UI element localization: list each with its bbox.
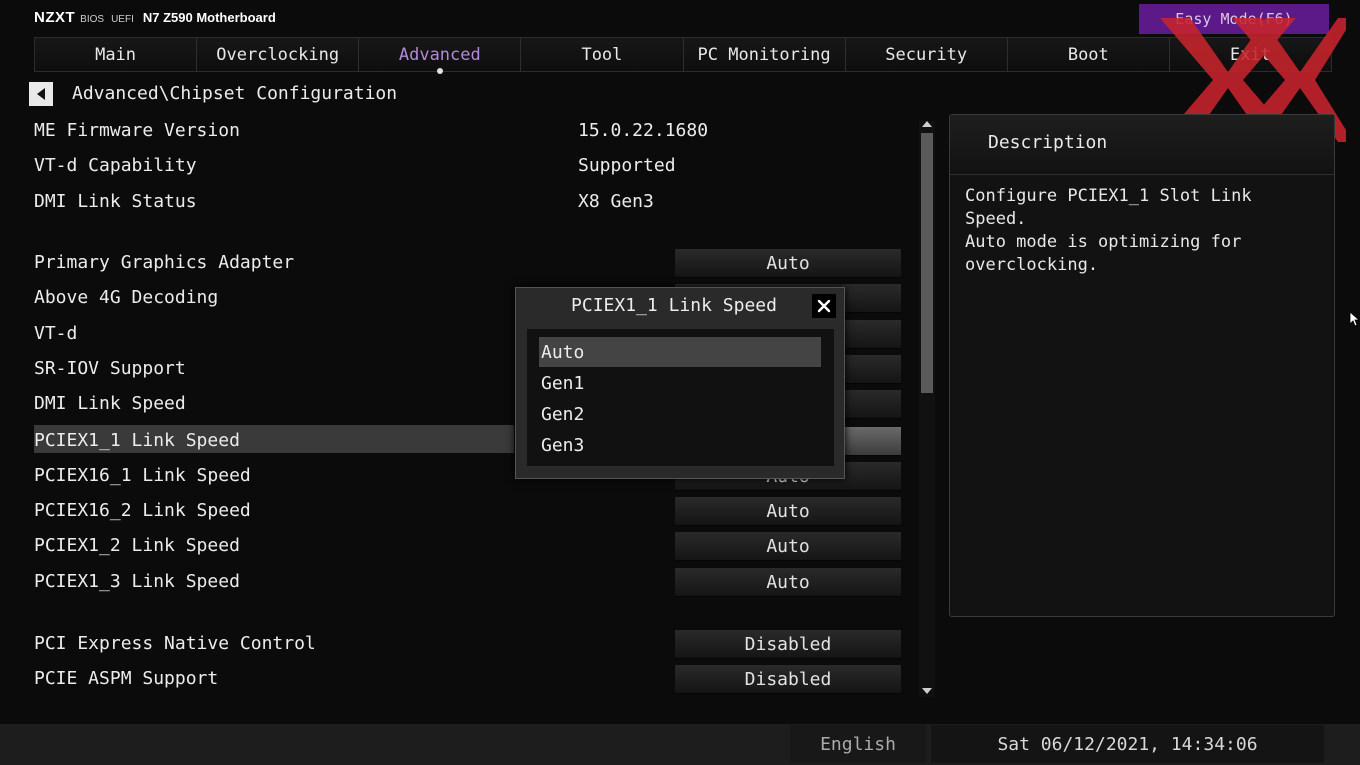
setting-label: PCIEX16_2 Link Speed — [34, 500, 251, 521]
info-value: 15.0.22.1680 — [578, 120, 709, 141]
uefi-label: UEFI — [111, 14, 134, 25]
info-label: VT-d Capability — [34, 155, 197, 176]
info-row-vtd-capability: VT-d Capability Supported — [34, 152, 904, 180]
close-icon — [817, 299, 831, 313]
description-title: Description — [988, 132, 1108, 153]
description-header: Description — [950, 115, 1334, 175]
info-value: X8 Gen3 — [578, 191, 654, 212]
option-auto[interactable]: Auto — [539, 337, 821, 367]
setting-pciex1-2-link-speed[interactable]: PCIEX1_2 Link Speed Auto — [34, 532, 904, 561]
setting-value-button[interactable]: Auto — [675, 497, 901, 526]
option-gen1[interactable]: Gen1 — [539, 368, 821, 398]
bios-label: BIOS — [80, 14, 105, 25]
scroll-down-icon[interactable] — [922, 688, 932, 694]
link-speed-dialog: PCIEX1_1 Link Speed Auto Gen1 Gen2 Gen3 — [515, 287, 845, 479]
scroll-up-icon[interactable] — [922, 121, 932, 127]
setting-label: Above 4G Decoding — [34, 287, 219, 308]
dialog-option-list: Auto Gen1 Gen2 Gen3 — [527, 329, 834, 466]
setting-pciex1-3-link-speed[interactable]: PCIEX1_3 Link Speed Auto — [34, 568, 904, 597]
tab-advanced[interactable]: Advanced — [359, 38, 522, 74]
setting-value-button[interactable]: Auto — [675, 249, 901, 278]
setting-label: SR-IOV Support — [34, 358, 186, 379]
option-gen2[interactable]: Gen2 — [539, 399, 821, 429]
setting-value-button[interactable]: Auto — [675, 568, 901, 597]
info-label: DMI Link Status — [34, 191, 197, 212]
setting-label: PCI Express Native Control — [34, 633, 316, 654]
setting-label: PCIEX1_3 Link Speed — [34, 571, 240, 592]
description-text: Configure PCIEX1_1 Slot Link Speed. Auto… — [965, 186, 1252, 275]
datetime-display: Sat 06/12/2021, 14:34:06 — [931, 725, 1324, 763]
setting-label: VT-d — [34, 323, 78, 344]
setting-value-button[interactable]: Disabled — [675, 630, 901, 659]
close-button[interactable] — [812, 294, 836, 318]
setting-pci-express-native-control[interactable]: PCI Express Native Control Disabled — [34, 630, 904, 659]
brand-logo: NZXT — [34, 9, 76, 26]
description-panel: Description Configure PCIEX1_1 Slot Link… — [949, 114, 1335, 617]
board-name: N7 Z590 Motherboard — [142, 10, 276, 25]
setting-pcie-aspm-support[interactable]: PCIE ASPM Support Disabled — [34, 665, 904, 694]
setting-label: DMI Link Speed — [34, 393, 186, 414]
mouse-cursor-icon — [1349, 311, 1359, 327]
tab-main[interactable]: Main — [35, 38, 198, 71]
setting-label: PCIE ASPM Support — [34, 668, 219, 689]
info-label: ME Firmware Version — [34, 120, 240, 141]
setting-pciex16-2-link-speed[interactable]: PCIEX16_2 Link Speed Auto — [34, 497, 904, 526]
back-arrow-icon — [37, 88, 45, 100]
setting-label: PCIEX16_1 Link Speed — [34, 465, 251, 486]
language-selector[interactable]: English — [790, 725, 926, 763]
setting-label: Primary Graphics Adapter — [34, 252, 295, 273]
info-value: Supported — [578, 155, 676, 176]
tab-overclocking[interactable]: Overclocking — [197, 38, 360, 71]
setting-label: PCIEX1_1 Link Speed — [34, 430, 240, 451]
setting-value-button[interactable]: Disabled — [675, 665, 901, 694]
info-row-dmi-link-status: DMI Link Status X8 Gen3 — [34, 188, 904, 216]
back-button[interactable] — [29, 82, 53, 106]
scrollbar-thumb[interactable] — [921, 133, 933, 393]
dialog-title: PCIEX1_1 Link Speed — [571, 295, 777, 316]
tab-boot[interactable]: Boot — [1007, 38, 1170, 71]
breadcrumb: Advanced\Chipset Configuration — [72, 83, 398, 104]
tab-tool[interactable]: Tool — [521, 38, 684, 71]
brand-header: NZXT BIOS UEFI N7 Z590 Motherboard — [34, 9, 276, 27]
info-row-me-firmware: ME Firmware Version 15.0.22.1680 — [34, 117, 904, 145]
setting-value-button[interactable]: Auto — [675, 532, 901, 561]
setting-primary-graphics-adapter[interactable]: Primary Graphics Adapter Auto — [34, 249, 904, 278]
tab-security[interactable]: Security — [845, 38, 1008, 71]
tab-pc-monitoring[interactable]: PC Monitoring — [683, 38, 846, 71]
main-tabs: Main Overclocking Advanced Tool PC Monit… — [34, 37, 1332, 74]
setting-label: PCIEX1_2 Link Speed — [34, 535, 240, 556]
option-gen3[interactable]: Gen3 — [539, 430, 821, 460]
